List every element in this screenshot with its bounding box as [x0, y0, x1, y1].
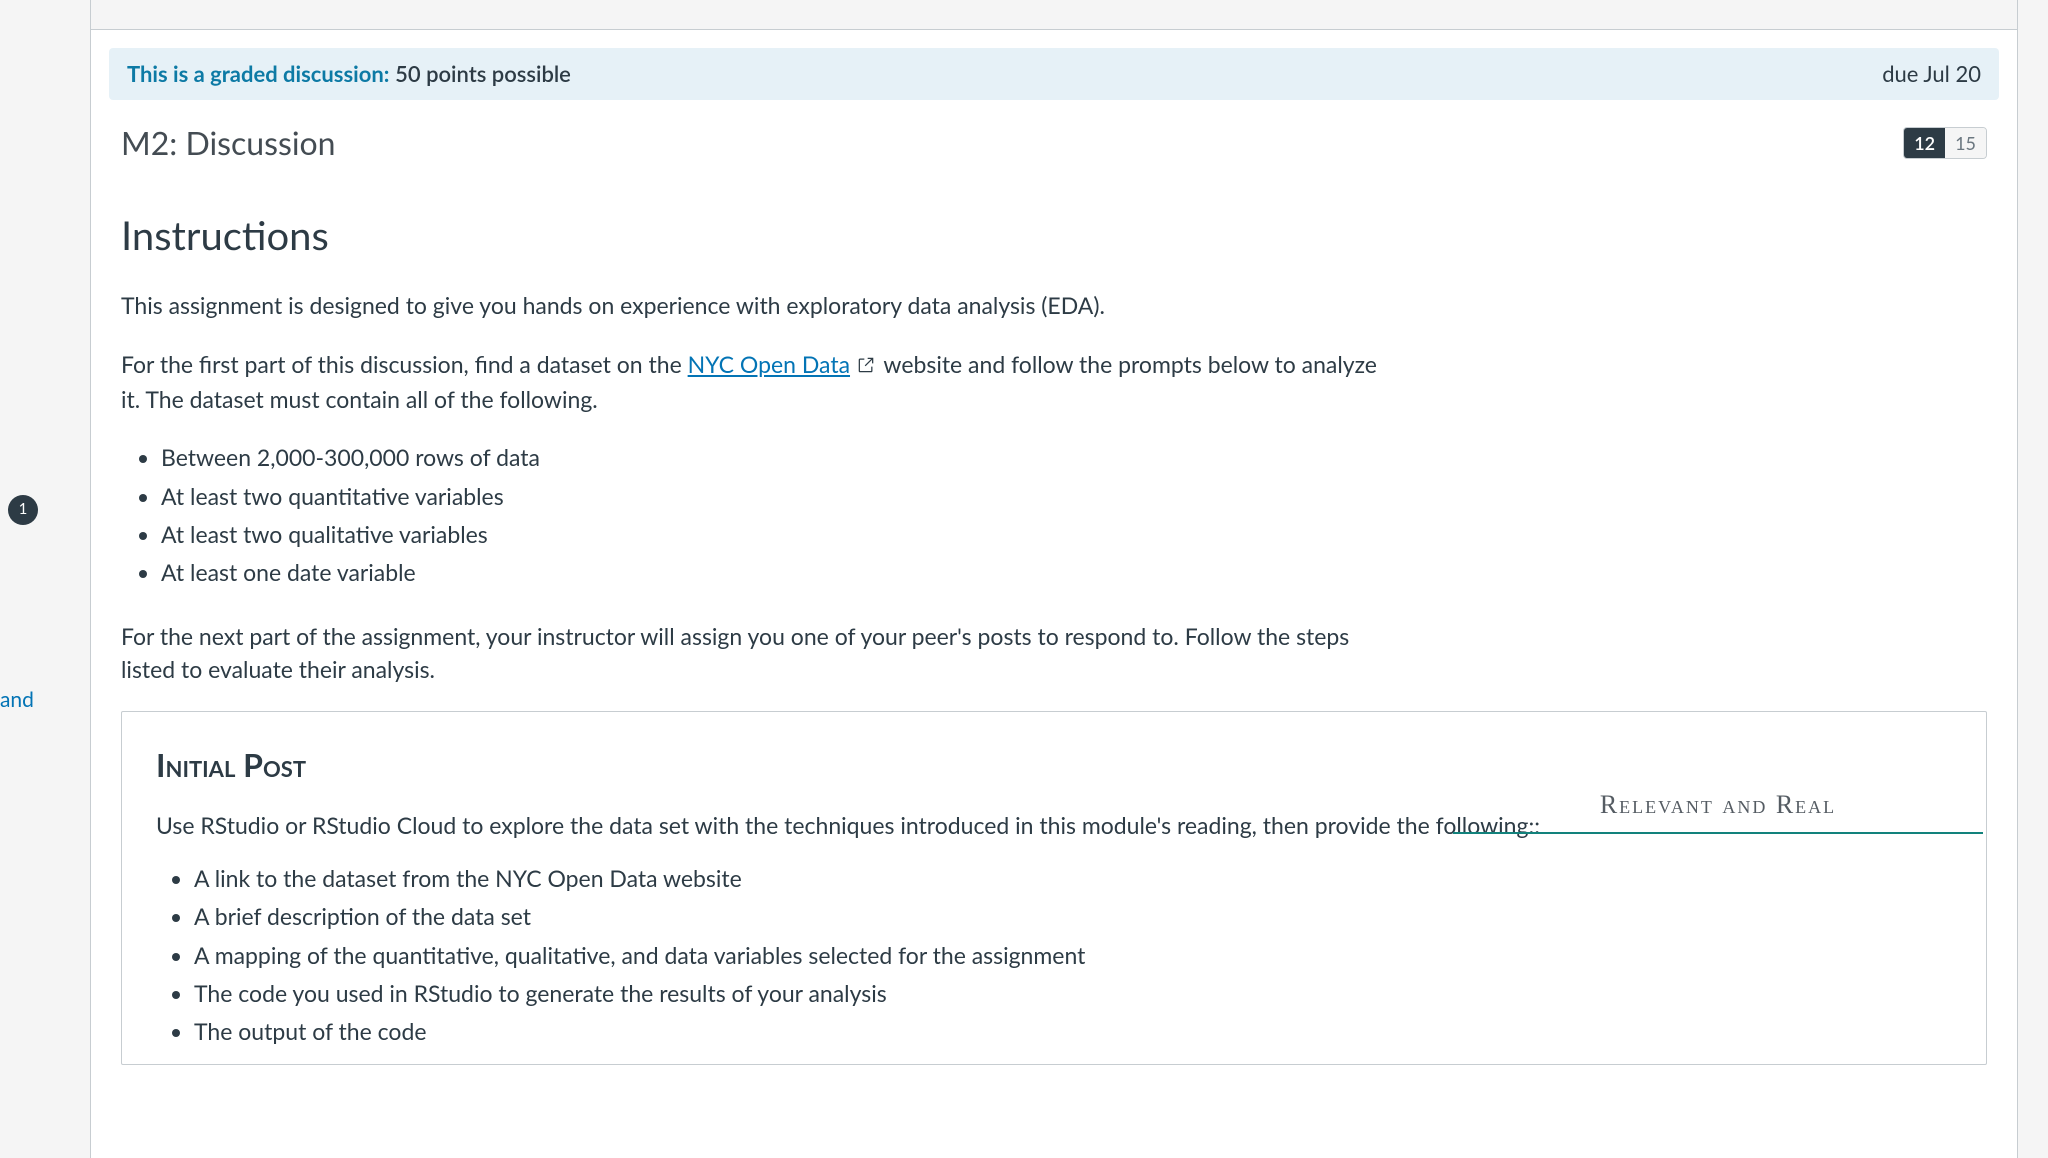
discussion-body: Instructions This assignment is designed…: [91, 166, 2017, 1065]
initial-post-heading: Initial Post: [156, 742, 1952, 788]
initial-post-box: Initial Post Use RStudio or RStudio Clou…: [121, 711, 1987, 1064]
relevant-real-underline: [1453, 832, 1983, 834]
graded-due-date: due Jul 20: [1882, 58, 1981, 90]
instructions-text: This assignment is designed to give you …: [121, 289, 1401, 686]
sidebar-unread-badge: 1: [8, 495, 38, 525]
discussion-title: M2: Discussion: [121, 120, 336, 166]
graded-prefix: This is a graded discussion:: [127, 60, 389, 87]
sidebar-fragment: and: [0, 685, 34, 715]
relevant-real-heading: Relevant and Real: [1453, 786, 1983, 834]
instructions-p2a: For the first part of this discussion, f…: [121, 350, 688, 378]
post-item: The code you used in RStudio to generate…: [194, 977, 1952, 1010]
post-item: A mapping of the quantitative, qualitati…: [194, 939, 1952, 972]
graded-points-value: 50 points possible: [395, 60, 571, 87]
instructions-p3: For the next part of the assignment, you…: [121, 620, 1401, 687]
req-item: Between 2,000-300,000 rows of data: [161, 441, 1401, 474]
nyc-open-data-link[interactable]: NYC Open Data: [688, 350, 850, 378]
total-count: 15: [1945, 128, 1986, 158]
post-item: A link to the dataset from the NYC Open …: [194, 862, 1952, 895]
card-top-divider: [91, 0, 2017, 30]
post-item: A brief description of the data set: [194, 900, 1952, 933]
req-item: At least one date variable: [161, 556, 1401, 589]
req-item: At least two qualitative variables: [161, 518, 1401, 551]
reply-count-pill[interactable]: 12 15: [1903, 127, 1987, 159]
instructions-p1: This assignment is designed to give you …: [121, 289, 1401, 322]
post-item: The output of the code: [194, 1015, 1952, 1048]
unread-count: 12: [1904, 128, 1945, 158]
title-row: M2: Discussion 12 15: [91, 100, 2017, 166]
page-root: 1 and This is a graded discussion: 50 po…: [0, 0, 2048, 1158]
instructions-heading: Instructions: [121, 206, 1987, 264]
external-link-icon: [856, 350, 876, 383]
graded-points: This is a graded discussion: 50 points p…: [127, 58, 571, 90]
instructions-p2: For the first part of this discussion, f…: [121, 348, 1401, 417]
req-item: At least two quantitative variables: [161, 480, 1401, 513]
initial-post-list: A link to the dataset from the NYC Open …: [194, 862, 1952, 1049]
dataset-requirements-list: Between 2,000-300,000 rows of data At le…: [161, 441, 1401, 589]
discussion-card: This is a graded discussion: 50 points p…: [90, 0, 2018, 1158]
graded-info-bar: This is a graded discussion: 50 points p…: [109, 48, 1999, 100]
relevant-real-text: Relevant and Real: [1453, 786, 1983, 824]
